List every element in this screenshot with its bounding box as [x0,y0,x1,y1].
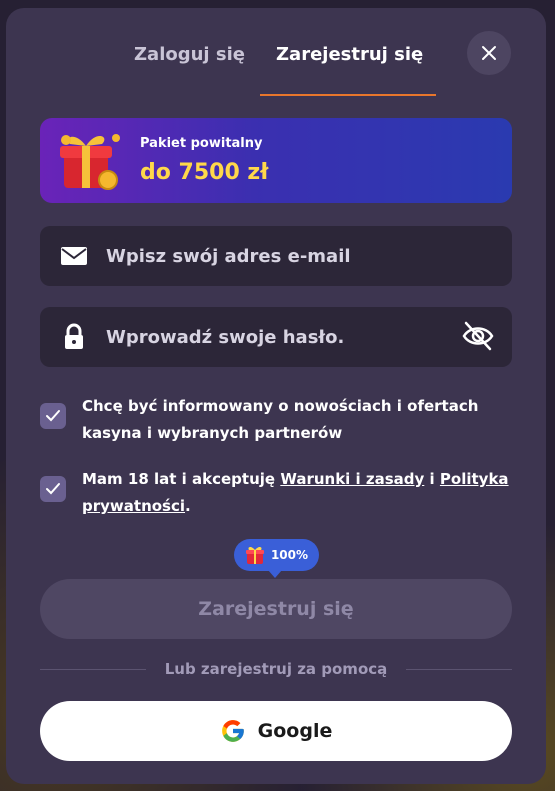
checkmark-icon [46,410,60,422]
terms-consent-checkbox[interactable] [40,476,66,502]
google-signup-button[interactable]: Google [40,701,512,761]
divider-line-right [406,669,512,670]
password-input[interactable] [106,307,446,367]
tab-register[interactable]: Zarejestruj się [276,44,423,65]
marketing-consent-label: Chcę być informowany o nowościach i ofer… [82,397,479,442]
email-input[interactable] [106,226,446,286]
terms-consent-label: Mam 18 lat i akceptuję Warunki i zasady … [82,466,522,520]
registration-modal: Zaloguj się Zarejestruj się Pakiet powit… [6,8,546,784]
welcome-package-banner: Pakiet powitalny do 7500 zł [40,118,512,203]
close-button[interactable] [467,31,511,75]
google-button-label: Google [257,720,333,742]
terms-prefix-text: Mam 18 lat i akceptuję [82,470,281,488]
terms-suffix-text: . [185,497,191,515]
bonus-percent-badge: 100% [234,539,319,578]
auth-tabs: Zaloguj się Zarejestruj się [6,38,546,78]
active-tab-underline [260,94,436,96]
gift-icon [60,134,120,190]
register-button[interactable]: Zarejestruj się [40,579,512,639]
password-field [40,307,512,367]
checkmark-icon [46,483,60,495]
envelope-icon [61,247,87,265]
tab-login[interactable]: Zaloguj się [134,44,245,65]
close-icon [482,46,496,60]
email-field [40,226,512,286]
bonus-percent-text: 100% [270,548,309,562]
google-logo-icon [221,720,244,742]
terms-link[interactable]: Warunki i zasady [280,470,424,488]
eye-off-icon[interactable] [462,321,494,351]
badge-pointer [268,570,282,578]
lock-icon [65,323,83,349]
banner-title: Pakiet powitalny [140,136,263,151]
alternative-signup-divider: Lub zarejestruj za pomocą [40,660,512,680]
marketing-consent-checkbox[interactable] [40,403,66,429]
banner-amount: do 7500 zł [140,160,269,185]
gift-icon [245,546,264,564]
terms-middle-text: i [424,470,440,488]
